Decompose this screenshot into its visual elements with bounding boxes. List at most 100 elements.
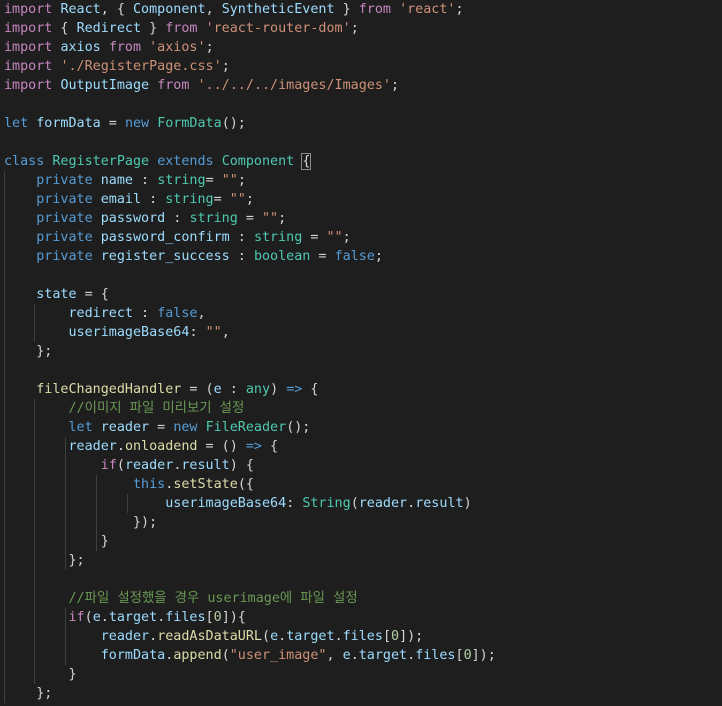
code-token: ; xyxy=(205,40,214,55)
code-line[interactable]: this.setState({ xyxy=(4,475,254,494)
code-line[interactable]: import axios from 'axios'; xyxy=(4,38,214,57)
code-line[interactable]: //파일 설정했을 경우 userimage에 파일 설정 xyxy=(4,589,358,608)
code-token: Redirect xyxy=(76,21,142,36)
code-editor[interactable]: import React, { Component, SyntheticEven… xyxy=(0,0,722,706)
code-line[interactable]: fileChangedHandler = (e : any) => { xyxy=(4,380,318,399)
code-line[interactable]: private password : string = ""; xyxy=(4,209,286,228)
code-token: . xyxy=(334,629,343,644)
code-token: }; xyxy=(4,686,53,701)
code-line[interactable]: } xyxy=(4,665,76,684)
code-line[interactable]: private email : string= ""; xyxy=(4,190,254,209)
code-line[interactable]: //이미지 파일 미리보기 설정 xyxy=(4,399,245,418)
code-token: axios xyxy=(60,40,101,55)
code-token: redirect xyxy=(68,306,134,321)
code-line[interactable]: userimageBase64: String(reader.result) xyxy=(4,494,471,513)
code-line[interactable]: import { Redirect } from 'react-router-d… xyxy=(4,19,359,38)
code-line[interactable]: let formData = new FormData(); xyxy=(4,114,246,133)
code-token: e xyxy=(342,648,351,663)
code-token: from xyxy=(165,21,198,36)
code-token: } xyxy=(4,534,109,549)
code-token: 0 xyxy=(213,610,222,625)
code-line[interactable]: import './RegisterPage.css'; xyxy=(4,57,230,76)
code-token: ; xyxy=(350,21,359,36)
code-token: , xyxy=(197,306,206,321)
code-token: reader xyxy=(358,496,408,511)
code-token: ({ xyxy=(237,477,254,492)
code-line[interactable]: } xyxy=(4,532,109,551)
code-token: private xyxy=(36,192,93,207)
code-line[interactable]: import OutputImage from '../../../images… xyxy=(4,76,399,95)
code-token: = xyxy=(100,116,125,131)
code-token: e xyxy=(92,610,101,625)
code-line[interactable]: }; xyxy=(4,551,84,570)
code-line[interactable]: reader.onloadend = () => { xyxy=(4,437,279,456)
code-token: . xyxy=(100,610,109,625)
code-line[interactable]: private name : string= ""; xyxy=(4,171,246,190)
code-token: } xyxy=(334,2,359,17)
code-line[interactable]: import React, { Component, SyntheticEven… xyxy=(4,0,464,19)
code-token: import xyxy=(4,40,53,55)
code-line[interactable]: reader.readAsDataURL(e.target.files[0]); xyxy=(4,627,424,646)
code-token: state xyxy=(36,287,77,302)
code-token: { xyxy=(301,153,312,170)
code-line[interactable]: private password_confirm : string = ""; xyxy=(4,228,350,247)
code-token: [ xyxy=(205,610,214,625)
code-token: string xyxy=(189,211,238,226)
code-token: = xyxy=(149,420,174,435)
code-token: target xyxy=(286,629,335,644)
code-line[interactable]: private register_success : boolean = fal… xyxy=(4,247,383,266)
code-token: ) { xyxy=(229,458,254,473)
code-token: private xyxy=(36,230,93,245)
code-line[interactable]: formData.append("user_image", e.target.f… xyxy=(4,646,496,665)
code-token: new xyxy=(173,420,198,435)
code-line[interactable]: }; xyxy=(4,684,52,703)
code-line[interactable]: userimageBase64: "", xyxy=(4,323,230,342)
code-token: setState xyxy=(173,477,238,492)
code-token: password xyxy=(100,211,166,226)
code-line[interactable]: state = { xyxy=(4,285,109,304)
code-token: userimageBase64 xyxy=(165,496,287,511)
code-line[interactable]: if(reader.result) { xyxy=(4,456,254,475)
code-token: : xyxy=(286,496,303,511)
code-token: = () xyxy=(197,439,246,454)
code-token: '../../../images/Images' xyxy=(197,78,391,93)
code-token: let xyxy=(4,116,29,131)
code-token: ; xyxy=(374,249,383,264)
code-token: = { xyxy=(76,287,109,302)
code-line[interactable]: redirect : false, xyxy=(4,304,206,323)
code-line[interactable]: let reader = new FileReader(); xyxy=(4,418,311,437)
code-line[interactable]: if(e.target.files[0]){ xyxy=(4,608,246,627)
code-token: [ xyxy=(382,629,391,644)
code-token: . xyxy=(116,439,125,454)
code-token: from xyxy=(108,40,142,55)
code-line[interactable]: }); xyxy=(4,513,157,532)
code-token: ; xyxy=(390,78,400,93)
code-token: : xyxy=(221,382,246,397)
code-line[interactable]: }; xyxy=(4,342,52,361)
code-token: readAsDataURL xyxy=(157,629,262,644)
code-token: formData xyxy=(100,648,166,663)
code-comment: //파일 설정했을 경우 userimage에 파일 설정 xyxy=(68,591,358,606)
code-token: = xyxy=(310,249,335,264)
code-token: , xyxy=(326,648,343,663)
code-token: : xyxy=(229,249,254,264)
code-token: from xyxy=(358,2,391,17)
code-token: : xyxy=(165,211,190,226)
code-token: 0 xyxy=(391,629,400,644)
code-token: = ( xyxy=(181,382,214,397)
code-token: : xyxy=(141,192,166,207)
code-line[interactable]: class RegisterPage extends Component { xyxy=(4,152,312,171)
code-token: FormData xyxy=(157,116,222,131)
